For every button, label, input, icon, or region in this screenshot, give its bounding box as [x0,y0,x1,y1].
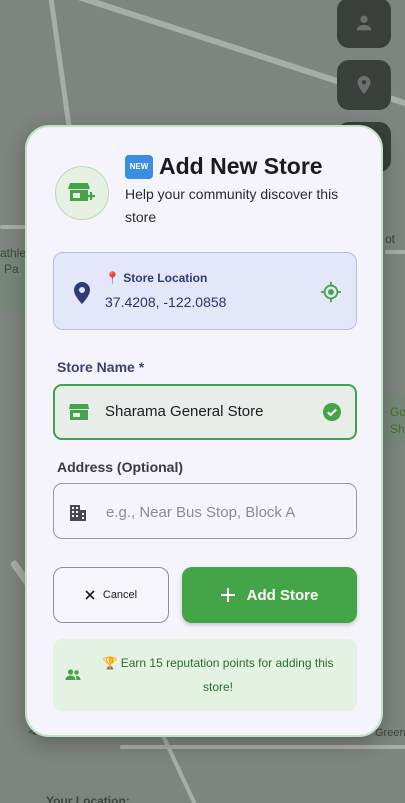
store-location-coordinates: 37.4208, -122.0858 [105,294,227,310]
location-fab-button[interactable] [337,60,391,110]
store-name-value: Sharama General Store [105,403,264,420]
map-road [120,745,405,749]
dialog-title: NEW Add New Store [125,153,323,180]
new-badge: NEW [125,154,153,179]
reputation-tip: 🏆 Earn 15 reputation points for adding t… [53,639,357,711]
map-label: Pa [4,262,19,276]
map-label: Go [390,405,405,419]
map-label: ot [385,232,396,246]
map-pin-icon [74,282,90,304]
address-label: Address (Optional) [57,459,184,475]
address-input[interactable] [104,498,338,526]
close-icon [85,590,95,600]
map-park [385,395,405,445]
add-store-button-label: Add Store [246,586,319,604]
store-location-label: 📍 Store Location [105,271,208,285]
store-location-card: 📍 Store Location 37.4208, -122.0858 [53,252,357,330]
map-road [385,250,405,254]
store-name-field[interactable]: Sharama General Store [53,384,357,440]
map-label: Green [375,727,405,739]
store-name-label: Store Name * [57,359,145,375]
address-field[interactable] [53,483,357,539]
plus-icon [220,588,235,602]
group-icon [65,669,81,680]
person-icon [356,15,372,31]
dialog-subtitle: Help your community discover this store [125,186,339,225]
building-icon [70,505,86,521]
reputation-tip-text: 🏆 Earn 15 reputation points for adding t… [102,656,334,694]
cancel-button-label: Cancel [102,589,138,601]
map-pin-icon [357,75,371,95]
map-label: athle [0,246,27,260]
store-add-icon [55,166,109,220]
add-store-dialog: NEW Add New Store Help your community di… [25,125,383,737]
add-store-button[interactable]: Add Store [182,567,357,623]
profile-button[interactable] [337,0,391,48]
check-circle-icon [323,403,341,421]
my-location-icon[interactable] [320,281,342,303]
store-icon [69,404,89,420]
cancel-button[interactable]: Cancel [53,567,169,623]
dialog-title-text: Add New Store [159,153,323,179]
your-location-label: Your Location: [46,794,130,803]
map-label: Sh [390,422,405,436]
